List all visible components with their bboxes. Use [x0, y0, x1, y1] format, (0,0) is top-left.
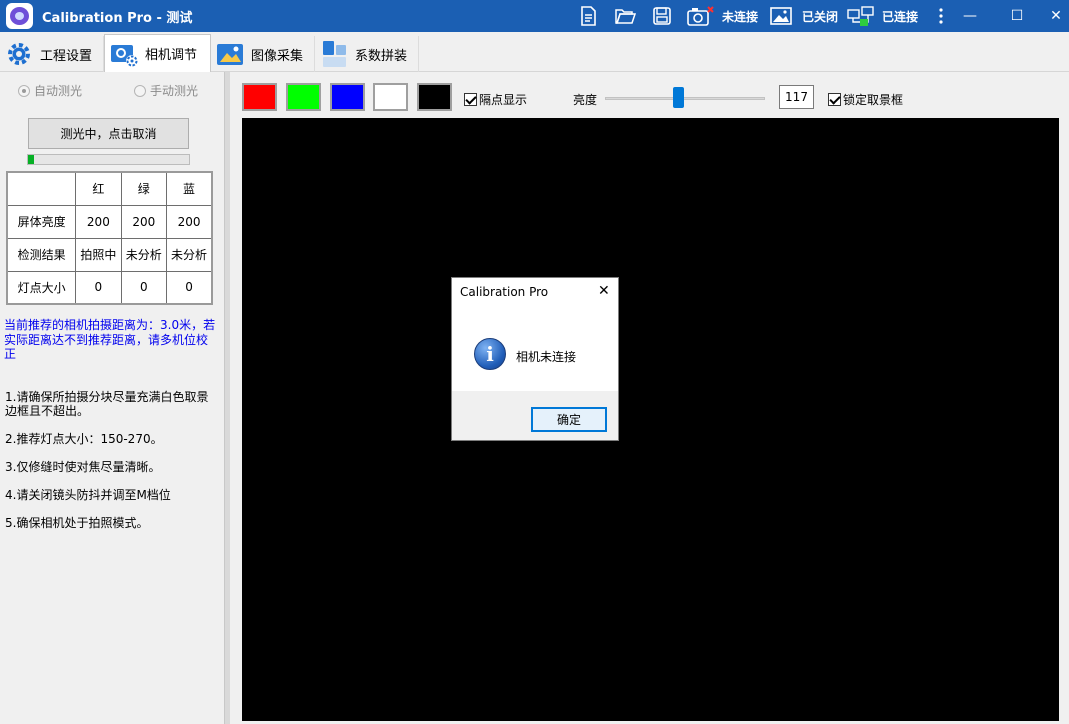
save-icon[interactable]	[651, 5, 673, 27]
tab-image-capture[interactable]: 图像采集	[211, 36, 315, 72]
tab-coefficient-assembly[interactable]: 系数拼装	[315, 36, 419, 72]
image-status-icon	[770, 7, 792, 25]
dialog-message: 相机未连接	[516, 350, 577, 364]
window-title: Calibration Pro - 测试	[42, 11, 193, 26]
radio-auto-metering[interactable]: 自动测光	[18, 82, 82, 99]
camera-preview-area	[242, 118, 1059, 721]
measurement-table: 红 绿 蓝 屏体亮度 200 200 200 检测结果 拍照中 未分析 未分析 …	[6, 171, 213, 305]
tip-item: 3.仅修缝时使对焦尽量清晰。	[5, 460, 161, 474]
metering-progress-bar	[27, 154, 190, 165]
table-cell: 200	[120, 204, 168, 239]
app-logo-icon	[6, 3, 33, 29]
table-cell: 200	[166, 204, 213, 239]
table-header-cell: 绿	[120, 171, 168, 206]
table-header-row: 红 绿 蓝	[6, 171, 213, 206]
radio-label: 自动测光	[34, 84, 83, 98]
tab-label: 相机调节	[145, 48, 198, 63]
table-header-cell	[6, 171, 77, 206]
dialog-close-icon[interactable]: ✕	[598, 283, 610, 299]
image-icon	[217, 44, 243, 65]
table-cell: 未分析	[166, 237, 213, 272]
table-cell: 拍照中	[75, 237, 122, 272]
brightness-slider-thumb[interactable]	[673, 87, 684, 108]
table-row: 检测结果 拍照中 未分析 未分析	[6, 237, 213, 272]
left-panel: 自动测光 手动测光 测光中，点击取消 红 绿 蓝 屏体亮度 200 200 20…	[0, 72, 224, 724]
checkbox-label: 隔点显示	[479, 93, 528, 107]
radio-dot	[18, 84, 30, 97]
table-header-cell: 蓝	[166, 171, 213, 206]
radio-dot	[134, 84, 146, 97]
lock-frame-checkbox[interactable]: 锁定取景框	[828, 91, 903, 108]
distance-recommendation: 当前推荐的相机拍摄距离为：3.0米，若实际距离达不到推荐距离，请多机位校正	[4, 318, 216, 361]
table-cell: 未分析	[120, 237, 168, 272]
color-swatch-black[interactable]	[417, 83, 452, 111]
table-cell: 0	[166, 270, 213, 305]
color-swatch-red[interactable]	[242, 83, 277, 111]
camera-settings-icon	[111, 44, 138, 67]
table-cell: 200	[75, 204, 122, 239]
gear-icon	[8, 43, 30, 65]
dot-display-checkbox[interactable]: 隔点显示	[464, 91, 527, 108]
tiles-icon	[323, 41, 346, 67]
color-swatch-green[interactable]	[286, 83, 321, 111]
folder-open-icon[interactable]	[614, 5, 636, 27]
title-bar: Calibration Pro - 测试 未连接 已关闭 已连接 — ☐ ✕	[0, 0, 1069, 32]
brightness-value-input[interactable]: 117	[779, 85, 814, 109]
image-status: 已关闭	[802, 10, 839, 24]
network-connected-icon	[847, 6, 874, 26]
dialog-title: Calibration Pro	[460, 285, 549, 299]
brightness-slider-track[interactable]	[605, 97, 765, 100]
brightness-label: 亮度	[573, 93, 598, 107]
table-cell: 屏体亮度	[6, 204, 77, 239]
message-dialog: Calibration Pro ✕ i 相机未连接 确定	[451, 277, 619, 441]
dialog-footer: 确定	[452, 391, 618, 440]
tab-bar: 工程设置 相机调节 图像采集 系数拼装	[0, 32, 1069, 72]
ok-button[interactable]: 确定	[531, 407, 607, 432]
table-cell: 灯点大小	[6, 270, 77, 305]
network-status: 已连接	[882, 10, 919, 24]
table-row: 灯点大小 0 0 0	[6, 270, 213, 305]
checkbox-box	[464, 93, 477, 106]
progress-fill	[28, 155, 35, 164]
checkbox-box	[828, 93, 841, 106]
panel-splitter[interactable]	[224, 72, 230, 724]
checkbox-label: 锁定取景框	[843, 93, 904, 107]
camera-disconnected-icon	[687, 6, 714, 26]
table-header-cell: 红	[75, 171, 122, 206]
color-swatch-blue[interactable]	[330, 83, 365, 111]
tip-item: 1.请确保所拍摄分块尽量充满白色取景边框且不超出。	[5, 390, 209, 418]
document-icon[interactable]	[577, 5, 599, 27]
radio-label: 手动测光	[150, 84, 199, 98]
tab-project-settings[interactable]: 工程设置	[0, 36, 104, 72]
tab-camera-adjust[interactable]: 相机调节	[104, 34, 211, 72]
tips-list: 1.请确保所拍摄分块尽量充满白色取景边框且不超出。 2.推荐灯点大小：150-2…	[5, 390, 220, 544]
tab-label: 工程设置	[40, 48, 93, 64]
radio-manual-metering[interactable]: 手动测光	[134, 82, 198, 99]
info-icon: i	[474, 338, 506, 370]
table-cell: 检测结果	[6, 237, 77, 272]
camera-status: 未连接	[722, 10, 759, 24]
tab-label: 系数拼装	[355, 48, 408, 64]
color-swatch-white[interactable]	[373, 83, 408, 111]
tip-item: 2.推荐灯点大小：150-270。	[5, 432, 163, 446]
table-row: 屏体亮度 200 200 200	[6, 204, 213, 239]
tab-label: 图像采集	[251, 48, 304, 64]
tip-item: 5.确保相机处于拍照模式。	[5, 516, 149, 530]
minimize-button[interactable]: —	[947, 0, 993, 32]
close-window-button[interactable]: ✕	[1033, 0, 1069, 32]
cancel-metering-button[interactable]: 测光中，点击取消	[28, 118, 189, 149]
tip-item: 4.请关闭镜头防抖并调至M档位	[5, 488, 171, 502]
table-cell: 0	[75, 270, 122, 305]
table-cell: 0	[120, 270, 168, 305]
